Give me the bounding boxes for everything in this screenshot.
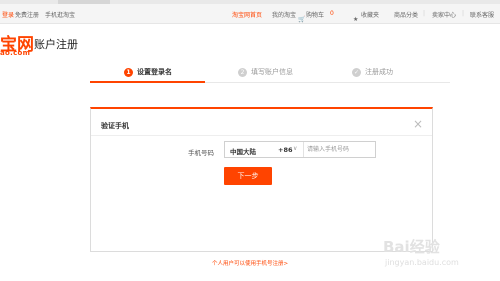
cart-link[interactable]: 购物车 <box>306 10 324 19</box>
seller-center-link[interactable]: 卖家中心 <box>432 10 456 19</box>
check-circle-icon: ✓ <box>352 67 361 77</box>
watermark-logo: Bai经验 <box>383 238 440 256</box>
login-link[interactable]: 登录 <box>2 10 14 19</box>
divider: | <box>462 10 465 17</box>
page-title: 账户注册 <box>34 38 78 51</box>
country-name: 中国大陆 <box>230 148 256 156</box>
taobao-home-link[interactable]: 淘宝网首页 <box>232 10 262 19</box>
step-number: 2 <box>238 67 247 77</box>
close-icon[interactable]: × <box>413 117 423 131</box>
mobile-taobao-link[interactable]: 手机逛淘宝 <box>45 10 75 19</box>
watermark-url: jingyan.baidu.com <box>385 258 459 267</box>
taobao-logo-domain: ao.com <box>0 49 31 57</box>
step-account-info: 2 填写账户信息 <box>238 67 293 77</box>
steps-active-indicator <box>90 81 205 83</box>
step-set-login-name: 1 设置登录名 <box>124 67 172 77</box>
step-label: 注册成功 <box>365 68 393 76</box>
step-success: ✓ 注册成功 <box>352 67 393 77</box>
categories-link[interactable]: 商品分类 <box>394 10 418 19</box>
favorites-link[interactable]: 收藏夹 <box>361 10 379 19</box>
country-select[interactable]: 中国大陆 +86 ∨ <box>225 142 304 157</box>
verify-phone-card: 验证手机 × 手机号码 中国大陆 +86 ∨ 下一步 <box>90 107 433 252</box>
step-number: 1 <box>124 67 133 77</box>
card-title: 验证手机 <box>101 122 129 130</box>
step-label: 填写账户信息 <box>251 68 293 76</box>
cart-count: 0 <box>330 10 334 17</box>
card-divider <box>91 135 432 136</box>
registration-steps: 1 设置登录名 2 填写账户信息 ✓ 注册成功 <box>90 64 450 84</box>
my-taobao-link[interactable]: 我的淘宝 <box>272 10 296 19</box>
register-link[interactable]: 免费注册 <box>15 10 39 19</box>
phone-field-group: 中国大陆 +86 ∨ <box>224 141 378 158</box>
baidu-jingyan-watermark: Bai经验 jingyan.baidu.com <box>383 236 495 276</box>
phone-input[interactable] <box>304 142 378 157</box>
next-button[interactable]: 下一步 <box>224 167 272 185</box>
site-topbar: 登录 免费注册 手机逛淘宝 淘宝网首页 我的淘宝 🛒 购物车 0 ★ 收藏夹 商… <box>0 4 500 24</box>
contact-link[interactable]: 联系客服 <box>470 10 494 19</box>
divider: | <box>423 10 426 17</box>
phone-label: 手机号码 <box>188 149 214 157</box>
step-label: 设置登录名 <box>137 68 172 76</box>
chevron-down-icon: ∨ <box>293 145 298 152</box>
country-code: +86 <box>278 146 293 154</box>
